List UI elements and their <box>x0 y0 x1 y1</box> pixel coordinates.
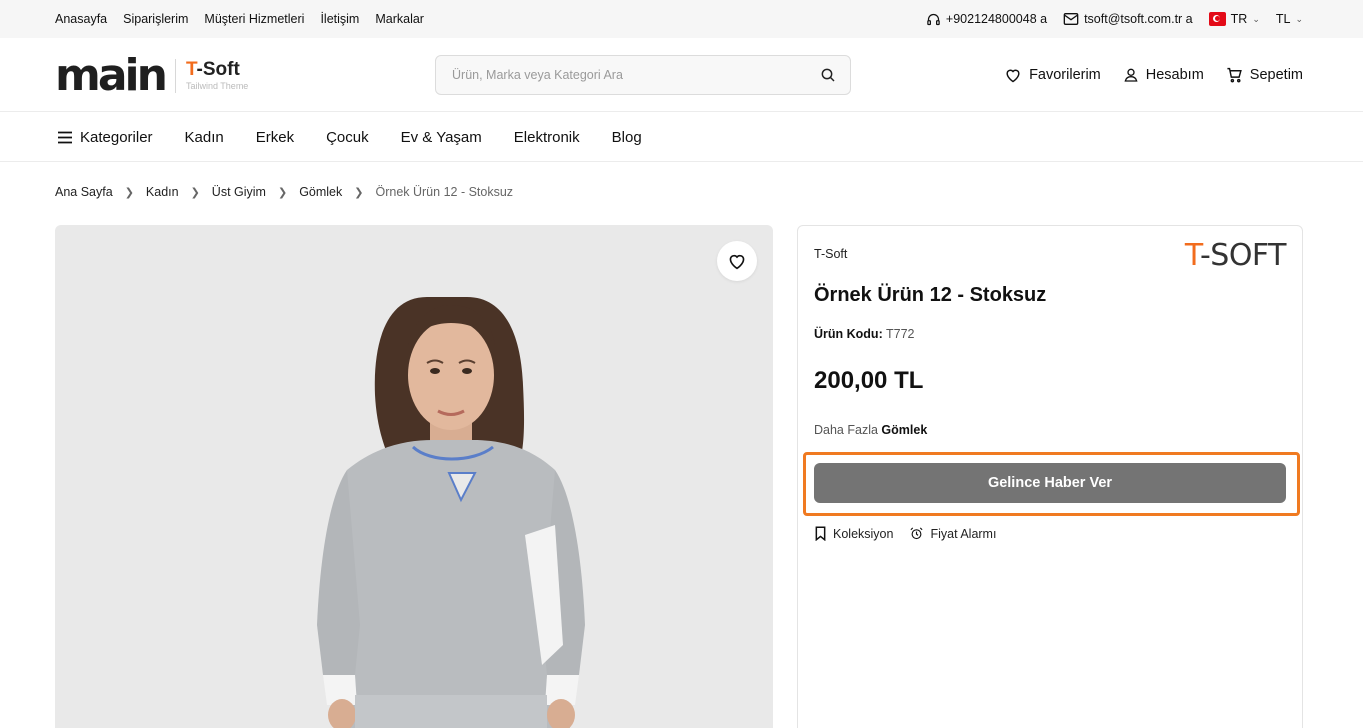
more-category-link[interactable]: Gömlek <box>881 423 927 437</box>
mail-icon <box>1063 13 1079 25</box>
add-to-favorites-button[interactable] <box>717 241 757 281</box>
main-nav: Kategoriler Kadın Erkek Çocuk Ev & Yaşam… <box>0 112 1363 162</box>
product-code: Ürün Kodu: T772 <box>814 327 914 341</box>
brand-logo-rest: -SOFT <box>1199 238 1287 273</box>
turkey-flag-icon <box>1208 12 1226 26</box>
chevron-right-icon: ❯ <box>354 186 364 199</box>
collection-label: Koleksiyon <box>833 526 894 541</box>
alarm-icon <box>910 527 923 540</box>
logo-brand-prefix: T <box>185 59 197 80</box>
logo-main-text: main <box>55 50 168 101</box>
top-bar: Anasayfa Siparişlerim Müşteri Hizmetleri… <box>0 0 1363 38</box>
menu-icon <box>58 131 72 143</box>
currency-value: TL <box>1275 12 1291 26</box>
top-link-customer-service[interactable]: Müşteri Hizmetleri <box>204 12 304 26</box>
notify-highlight: Gelince Haber Ver <box>803 452 1300 516</box>
header-actions: Favorilerim Hesabım Sepetim <box>1004 38 1303 112</box>
search-icon[interactable] <box>820 67 836 83</box>
product-code-value: T772 <box>885 327 915 341</box>
phone-number: +902124800048 a <box>945 12 1048 26</box>
nav-item-kids[interactable]: Çocuk <box>326 129 369 146</box>
cart-button[interactable]: Sepetim <box>1226 67 1303 83</box>
breadcrumb-women[interactable]: Kadın <box>146 185 179 199</box>
breadcrumb-current: Örnek Ürün 12 - Stoksuz <box>375 185 514 199</box>
top-link-contact[interactable]: İletişim <box>320 12 359 26</box>
heart-icon <box>729 254 745 270</box>
logo-brand-rest: -Soft <box>196 59 240 80</box>
product-code-label: Ürün Kodu: <box>814 327 883 341</box>
top-right-info: +902124800048 a tsoft@tsoft.com.tr a TR … <box>926 0 1303 38</box>
phone-link[interactable]: +902124800048 a <box>926 12 1047 27</box>
language-selector[interactable]: TR ⌄ <box>1208 12 1260 26</box>
email-link[interactable]: tsoft@tsoft.com.tr a <box>1063 12 1193 26</box>
account-button[interactable]: Hesabım <box>1123 67 1204 83</box>
language-value: TR <box>1230 12 1248 26</box>
product-image-gallery[interactable] <box>55 225 773 728</box>
nav-item-electronics[interactable]: Elektronik <box>514 129 580 146</box>
nav-item-home-living[interactable]: Ev & Yaşam <box>401 129 482 146</box>
chevron-down-icon: ⌄ <box>1295 13 1303 24</box>
heart-icon <box>1006 69 1020 83</box>
search-input[interactable] <box>436 56 796 94</box>
product-brand[interactable]: T-Soft <box>814 247 847 261</box>
top-links: Anasayfa Siparişlerim Müşteri Hizmetleri… <box>55 0 424 38</box>
cart-label: Sepetim <box>1249 67 1303 83</box>
top-link-home[interactable]: Anasayfa <box>55 12 107 26</box>
headset-icon <box>927 13 940 25</box>
price-alarm-label: Fiyat Alarmı <box>930 526 997 541</box>
email-address: tsoft@tsoft.com.tr a <box>1084 12 1193 26</box>
top-link-orders[interactable]: Siparişlerim <box>123 12 188 26</box>
logo-divider <box>174 59 176 93</box>
user-icon <box>1124 68 1138 82</box>
more-prefix: Daha Fazla <box>814 423 878 437</box>
logo-tagline: Tailwind Theme <box>185 81 249 91</box>
nav-categories[interactable]: Kategoriler <box>57 129 153 146</box>
product-info-card: T-Soft T-SOFT Örnek Ürün 12 - Stoksuz Ür… <box>797 225 1303 728</box>
currency-selector[interactable]: TL ⌄ <box>1276 12 1303 26</box>
favorites-button[interactable]: Favorilerim <box>1004 67 1101 83</box>
chevron-right-icon: ❯ <box>277 186 288 199</box>
breadcrumb-shirt[interactable]: Gömlek <box>299 185 342 199</box>
notify-when-available-button[interactable]: Gelince Haber Ver <box>814 463 1286 503</box>
bookmark-icon <box>815 526 826 541</box>
top-link-brands[interactable]: Markalar <box>375 12 424 26</box>
logo-brand-name: T-Soft <box>186 60 248 80</box>
nav-item-men[interactable]: Erkek <box>256 129 294 146</box>
price-alarm-button[interactable]: Fiyat Alarmı <box>909 526 996 541</box>
collection-button[interactable]: Koleksiyon <box>814 526 893 541</box>
nav-item-women[interactable]: Kadın <box>185 129 224 146</box>
nav-categories-label: Kategoriler <box>80 128 153 146</box>
account-label: Hesabım <box>1145 67 1204 83</box>
favorites-label: Favorilerim <box>1029 67 1101 83</box>
brand-logo[interactable]: T-SOFT <box>1184 238 1287 273</box>
logo-wordmark: main <box>55 54 168 98</box>
search-box <box>435 55 851 95</box>
brand-logo-prefix: T <box>1184 238 1201 273</box>
cart-icon <box>1227 67 1242 83</box>
product-extra-actions: Koleksiyon Fiyat Alarmı <box>814 526 996 541</box>
breadcrumb-home[interactable]: Ana Sayfa <box>55 185 113 199</box>
nav-item-blog[interactable]: Blog <box>612 129 642 146</box>
site-header: main T-Soft Tailwind Theme Favorilerim H… <box>0 38 1363 112</box>
more-from-category[interactable]: Daha Fazla Gömlek <box>814 423 927 437</box>
logo-brand: T-Soft Tailwind Theme <box>186 60 248 92</box>
breadcrumb-outerwear[interactable]: Üst Giyim <box>212 185 266 199</box>
breadcrumb: Ana Sayfa ❯ Kadın ❯ Üst Giyim ❯ Gömlek ❯… <box>55 185 513 199</box>
product-price: 200,00 TL <box>814 367 924 394</box>
chevron-right-icon: ❯ <box>124 186 134 199</box>
product-photo <box>317 297 585 728</box>
product-title: Örnek Ürün 12 - Stoksuz <box>814 284 1047 306</box>
chevron-right-icon: ❯ <box>190 186 200 199</box>
chevron-down-icon: ⌄ <box>1252 13 1260 24</box>
site-logo[interactable]: main T-Soft Tailwind Theme <box>55 54 248 98</box>
